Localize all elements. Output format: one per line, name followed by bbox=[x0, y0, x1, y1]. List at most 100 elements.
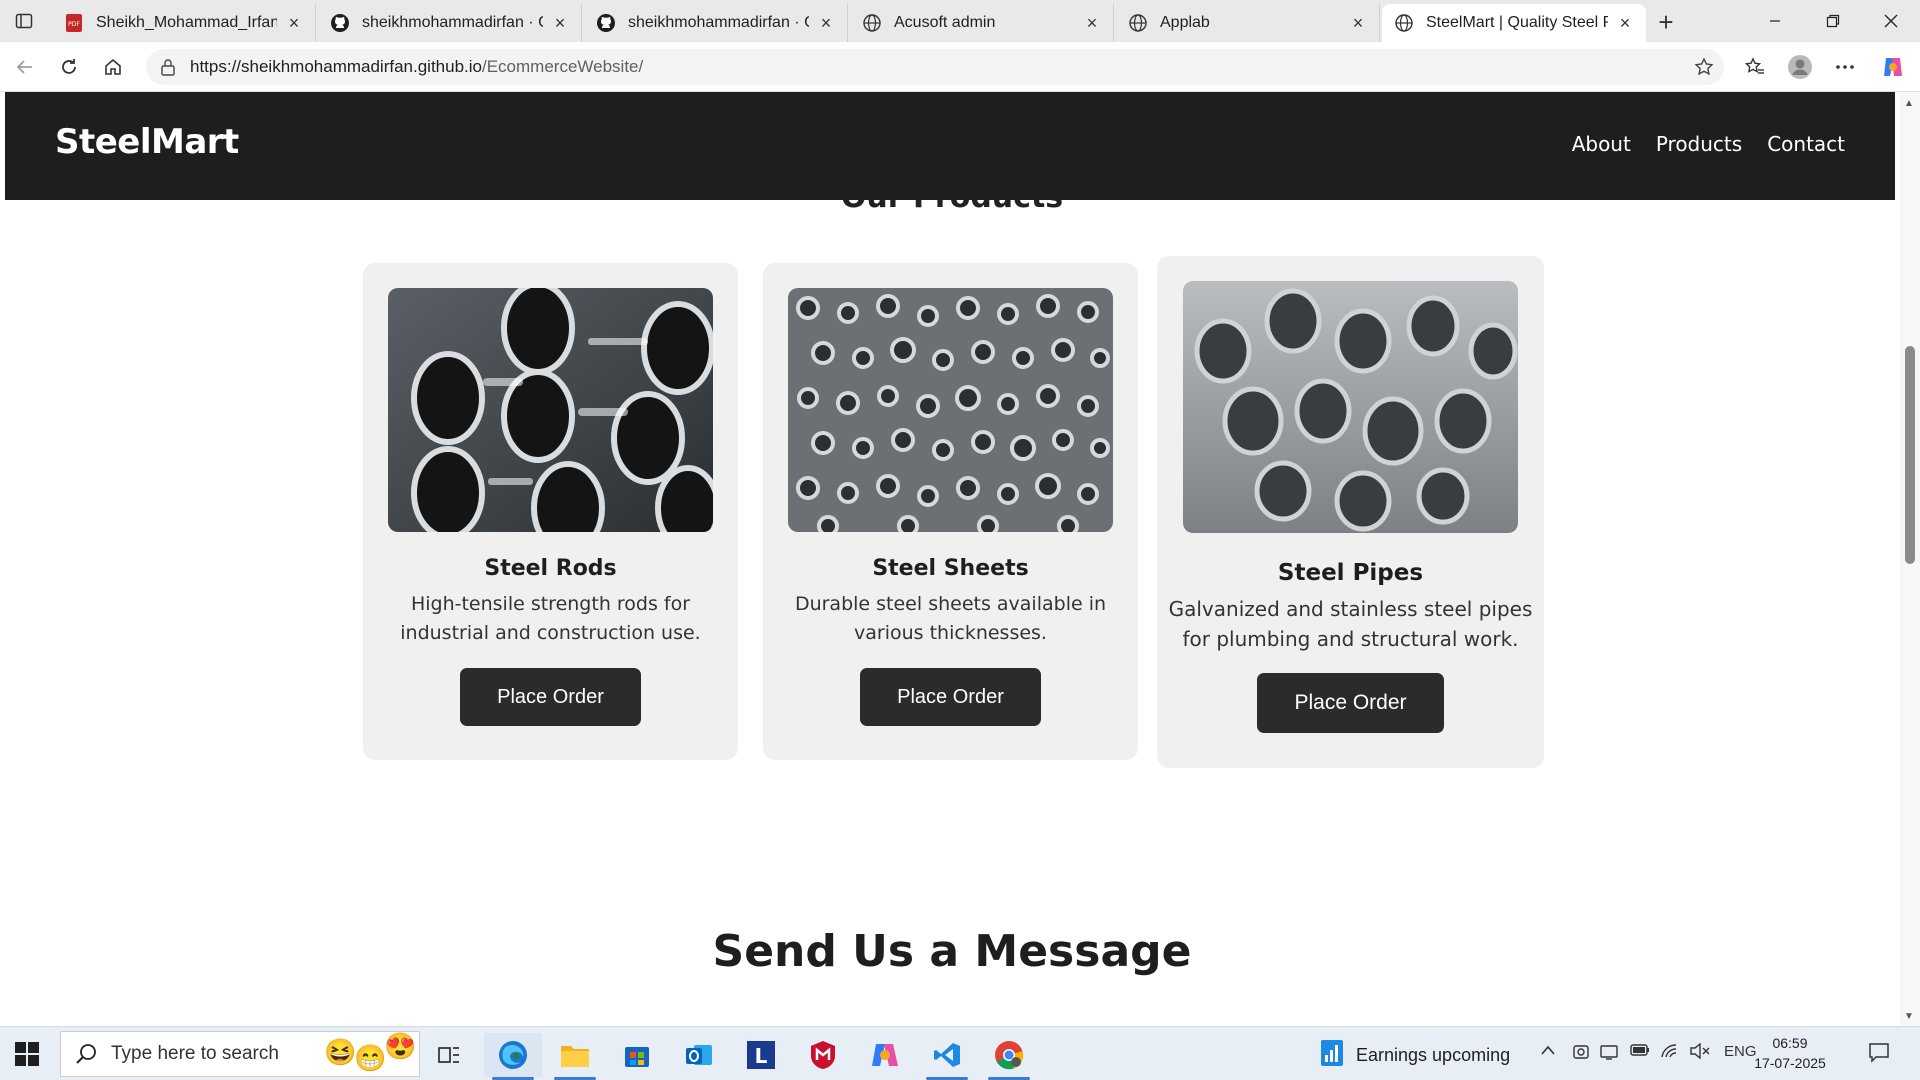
globe-icon bbox=[862, 13, 882, 33]
product-image-steel-sheets bbox=[788, 288, 1113, 532]
emoji-smile-icon: 😁 bbox=[354, 1043, 387, 1073]
back-arrow-icon[interactable] bbox=[10, 52, 40, 82]
place-order-button[interactable]: Place Order bbox=[460, 668, 641, 726]
file-explorer-icon[interactable] bbox=[546, 1033, 604, 1080]
close-window-button[interactable] bbox=[1868, 6, 1914, 36]
site-header: SteelMart About Products Contact bbox=[5, 92, 1895, 200]
product-description: Galvanized and stainless steel pipes for… bbox=[1157, 594, 1544, 654]
vscode-icon[interactable] bbox=[918, 1033, 976, 1080]
github-icon bbox=[596, 13, 616, 33]
svg-text:PDF: PDF bbox=[68, 21, 80, 28]
brand-logo[interactable]: SteelMart bbox=[55, 122, 239, 162]
tab-title: Acusoft admin bbox=[894, 14, 996, 31]
stock-chart-icon bbox=[1320, 1039, 1344, 1072]
tab-actions-icon[interactable] bbox=[12, 9, 36, 33]
home-icon[interactable] bbox=[98, 52, 128, 82]
nav-link-products[interactable]: Products bbox=[1656, 132, 1742, 156]
browser-tab-5[interactable]: Applab × bbox=[1116, 4, 1380, 42]
product-description: High-tensile strength rods for industria… bbox=[363, 590, 738, 647]
browser-tab-bar: PDF Sheikh_Mohammad_Irfan_CS × sheikhmoh… bbox=[0, 0, 1920, 42]
display-icon[interactable] bbox=[1600, 1043, 1618, 1065]
svg-text:L: L bbox=[755, 1044, 768, 1068]
microsoft-store-icon[interactable] bbox=[608, 1033, 666, 1077]
chrome-icon[interactable] bbox=[980, 1033, 1038, 1080]
outlook-icon[interactable] bbox=[670, 1033, 728, 1077]
edge-browser-icon[interactable] bbox=[484, 1033, 542, 1080]
weather-text: Earnings upcoming bbox=[1356, 1045, 1511, 1065]
place-order-button[interactable]: Place Order bbox=[1257, 673, 1444, 733]
emoji-laugh-icon: 😆 bbox=[324, 1037, 357, 1067]
tab-title: Applab bbox=[1160, 14, 1210, 31]
place-order-button[interactable]: Place Order bbox=[860, 668, 1041, 726]
tab-title: SteelMart | Quality Steel Pro bbox=[1426, 14, 1608, 31]
meet-now-icon[interactable] bbox=[1572, 1043, 1590, 1065]
tab-title: sheikhmohammadirfan · GitH bbox=[628, 14, 809, 31]
globe-icon bbox=[1128, 13, 1148, 33]
close-tab-icon[interactable]: × bbox=[1616, 13, 1634, 33]
product-image-steel-rods bbox=[388, 288, 713, 532]
main-nav: About Products Contact bbox=[1572, 132, 1845, 156]
minimize-button[interactable] bbox=[1752, 6, 1798, 36]
more-options-icon[interactable] bbox=[1830, 52, 1860, 82]
product-description: Durable steel sheets available in variou… bbox=[763, 590, 1138, 647]
pdf-icon: PDF bbox=[64, 13, 84, 33]
browser-tab-active[interactable]: SteelMart | Quality Steel Pro × bbox=[1382, 4, 1646, 42]
windows-start-icon[interactable] bbox=[14, 1041, 40, 1067]
tab-title: Sheikh_Mohammad_Irfan_CS bbox=[96, 14, 277, 31]
favorite-star-icon[interactable] bbox=[1694, 57, 1714, 77]
copilot-icon[interactable] bbox=[1878, 52, 1908, 82]
browser-tab-4[interactable]: Acusoft admin × bbox=[850, 4, 1114, 42]
site-info-icon[interactable] bbox=[158, 57, 178, 77]
close-tab-icon[interactable]: × bbox=[551, 13, 569, 33]
nav-link-contact[interactable]: Contact bbox=[1767, 132, 1845, 156]
scroll-thumb[interactable] bbox=[1905, 346, 1915, 564]
page-scrollbar[interactable]: ▲ ▼ bbox=[1900, 92, 1920, 1026]
mcafee-icon[interactable] bbox=[794, 1033, 852, 1077]
url-text: https://sheikhmohammadirfan.github.io/Ec… bbox=[190, 57, 643, 77]
product-description-line: High-tensile strength rods for bbox=[410, 593, 691, 615]
close-tab-icon[interactable]: × bbox=[1349, 13, 1367, 33]
url-input[interactable]: https://sheikhmohammadirfan.github.io/Ec… bbox=[146, 49, 1724, 85]
scroll-up-icon[interactable]: ▲ bbox=[1904, 98, 1914, 109]
product-name: Steel Rods bbox=[484, 556, 617, 581]
page-viewport: Our Products SteelMart About Products Co… bbox=[0, 92, 1904, 1026]
clock-time: 06:59 bbox=[1772, 1035, 1808, 1051]
profile-avatar-icon[interactable] bbox=[1785, 52, 1815, 82]
battery-icon[interactable] bbox=[1630, 1043, 1650, 1061]
browser-tab-2[interactable]: sheikhmohammadirfan · GitH × bbox=[318, 4, 582, 42]
favorites-icon[interactable] bbox=[1740, 52, 1770, 82]
close-tab-icon[interactable]: × bbox=[285, 13, 303, 33]
windows-taskbar: Type here to search 😆 😁 😍 L Earnings upc… bbox=[0, 1026, 1920, 1080]
emoji-heart-eyes-icon: 😍 bbox=[384, 1031, 417, 1061]
product-image-steel-pipes bbox=[1183, 281, 1518, 533]
wifi-icon[interactable] bbox=[1660, 1043, 1680, 1063]
notification-icon[interactable] bbox=[1868, 1041, 1890, 1067]
close-tab-icon[interactable]: × bbox=[1083, 13, 1101, 33]
product-description-line: Galvanized and stainless steel pipes bbox=[1168, 597, 1533, 621]
browser-tab-1[interactable]: PDF Sheikh_Mohammad_Irfan_CS × bbox=[52, 4, 316, 42]
close-tab-icon[interactable]: × bbox=[817, 13, 835, 33]
url-host: https://sheikhmohammadirfan.github.io bbox=[190, 57, 482, 76]
scroll-down-icon[interactable]: ▼ bbox=[1904, 1011, 1914, 1022]
product-description-line: for plumbing and structural work. bbox=[1182, 627, 1519, 651]
product-description-line: industrial and construction use. bbox=[400, 621, 701, 644]
system-clock[interactable]: 06:59 17-07-2025 bbox=[1740, 1033, 1840, 1073]
product-name: Steel Pipes bbox=[1277, 560, 1424, 586]
nav-link-about[interactable]: About bbox=[1572, 132, 1631, 156]
browser-tab-3[interactable]: sheikhmohammadirfan · GitH × bbox=[584, 4, 848, 42]
l-app-icon[interactable]: L bbox=[732, 1033, 790, 1077]
product-description-line: various thicknesses. bbox=[854, 621, 1047, 644]
restore-button[interactable] bbox=[1810, 6, 1856, 36]
refresh-icon[interactable] bbox=[54, 52, 84, 82]
clock-date: 17-07-2025 bbox=[1754, 1055, 1826, 1071]
url-path: /EcommerceWebsite/ bbox=[482, 57, 644, 76]
task-view-icon[interactable] bbox=[420, 1033, 478, 1077]
copilot-app-icon[interactable] bbox=[856, 1033, 914, 1077]
volume-muted-icon[interactable] bbox=[1690, 1042, 1710, 1063]
address-bar-row: https://sheikhmohammadirfan.github.io/Ec… bbox=[0, 42, 1920, 92]
search-placeholder: Type here to search bbox=[111, 1043, 279, 1064]
new-tab-button[interactable]: + bbox=[1652, 7, 1680, 37]
weather-widget[interactable]: Earnings upcoming bbox=[1320, 1039, 1510, 1072]
show-hidden-icons[interactable] bbox=[1540, 1043, 1556, 1060]
product-card: Steel Pipes Galvanized and stainless ste… bbox=[1157, 256, 1544, 768]
